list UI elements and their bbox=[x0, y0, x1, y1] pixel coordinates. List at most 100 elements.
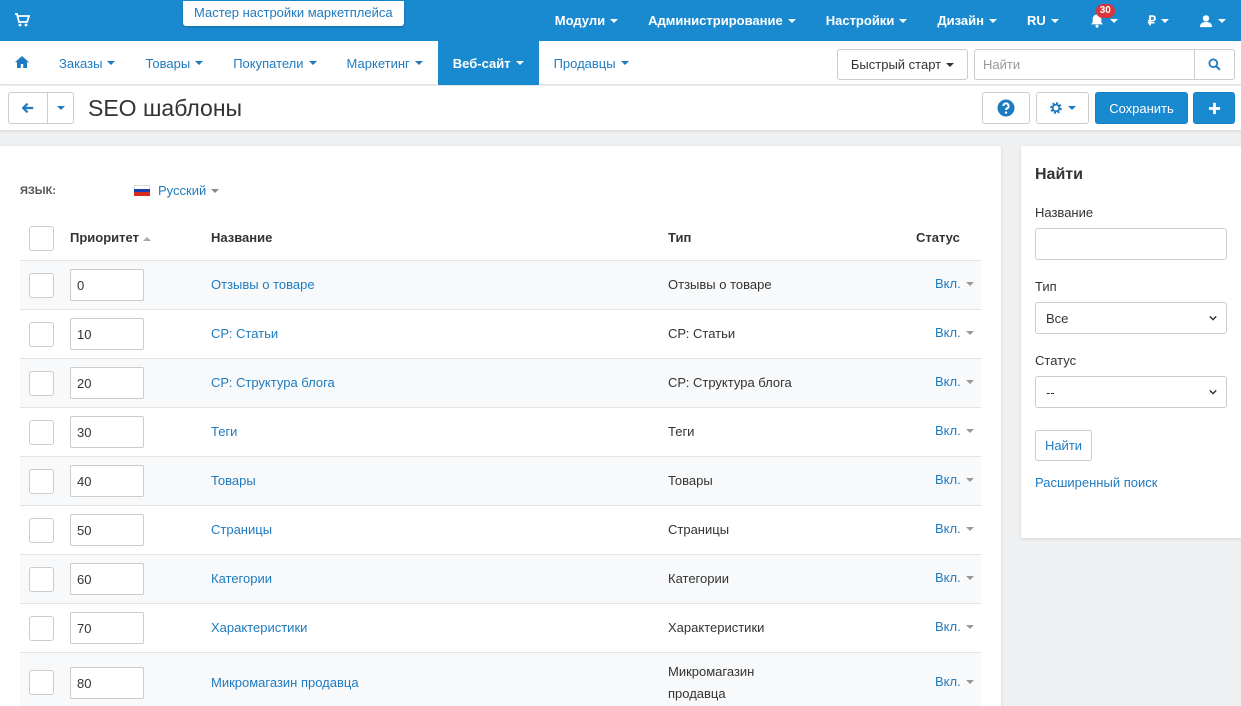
page-title: SEO шаблоны bbox=[88, 95, 243, 121]
status-filter-select[interactable]: -- bbox=[1035, 376, 1227, 408]
row-checkbox[interactable] bbox=[29, 469, 54, 494]
status-dropdown[interactable]: Вкл. bbox=[935, 423, 974, 438]
quick-start-button[interactable]: Быстрый старт bbox=[837, 49, 968, 80]
global-search-input[interactable] bbox=[974, 49, 1195, 80]
user-icon bbox=[1199, 14, 1213, 27]
notifications-menu[interactable]: 30 bbox=[1074, 0, 1133, 41]
status-dropdown[interactable]: Вкл. bbox=[935, 674, 974, 689]
top-menu-modules[interactable]: Модули bbox=[540, 0, 633, 41]
caret-down-icon bbox=[965, 624, 974, 629]
caret-down-icon bbox=[965, 477, 974, 482]
row-checkbox[interactable] bbox=[29, 420, 54, 445]
nav-products[interactable]: Товары bbox=[130, 41, 218, 85]
global-search-button[interactable] bbox=[1194, 49, 1235, 80]
status-dropdown[interactable]: Вкл. bbox=[935, 325, 974, 340]
table-row: Категории Категории Вкл. bbox=[20, 554, 981, 603]
priority-input[interactable] bbox=[70, 612, 144, 644]
template-name-link[interactable]: Страницы bbox=[211, 522, 272, 537]
status-dropdown[interactable]: Вкл. bbox=[935, 374, 974, 389]
priority-column-header[interactable]: Приоритет bbox=[70, 224, 151, 260]
table-row: СР: Статьи СР: Статьи Вкл. bbox=[20, 309, 981, 358]
template-type: Теги bbox=[668, 424, 695, 439]
row-checkbox[interactable] bbox=[29, 371, 54, 396]
advanced-search-link[interactable]: Расширенный поиск bbox=[1035, 475, 1157, 490]
top-menu-administration[interactable]: Администрирование bbox=[633, 0, 811, 41]
status-dropdown[interactable]: Вкл. bbox=[935, 619, 974, 634]
add-button[interactable] bbox=[1193, 92, 1235, 124]
caret-down-icon bbox=[965, 526, 974, 531]
help-button[interactable] bbox=[982, 92, 1030, 124]
priority-input[interactable] bbox=[70, 465, 144, 497]
top-menu-design[interactable]: Дизайн bbox=[922, 0, 1012, 41]
caret-down-icon bbox=[965, 330, 974, 335]
language-selector[interactable]: Русский bbox=[134, 183, 220, 198]
caret-down-icon bbox=[965, 281, 974, 286]
template-name-link[interactable]: Характеристики bbox=[211, 620, 307, 635]
table-row: Теги Теги Вкл. bbox=[20, 407, 981, 456]
template-name-link[interactable]: СР: Статьи bbox=[211, 326, 278, 341]
table-row: Отзывы о товаре Отзывы о товаре Вкл. bbox=[20, 260, 981, 309]
template-type: Микромагазин продавца bbox=[668, 664, 755, 701]
caret-down-icon bbox=[965, 428, 974, 433]
caret-down-icon bbox=[211, 188, 220, 193]
template-name-link[interactable]: СР: Структура блога bbox=[211, 375, 335, 390]
priority-input[interactable] bbox=[70, 269, 144, 301]
template-type: Характеристики bbox=[668, 620, 765, 635]
marketplace-wizard-tip[interactable]: Мастер настройки маркетплейса bbox=[183, 1, 404, 26]
table-row: Страницы Страницы Вкл. bbox=[20, 505, 981, 554]
russia-flag-icon bbox=[134, 185, 150, 196]
type-column-header: Тип bbox=[668, 230, 692, 245]
priority-input[interactable] bbox=[70, 563, 144, 595]
select-all-checkbox[interactable] bbox=[29, 226, 54, 251]
template-type: Товары bbox=[668, 473, 713, 488]
status-dropdown[interactable]: Вкл. bbox=[935, 521, 974, 536]
caret-down-icon bbox=[1068, 106, 1076, 110]
caret-down-icon bbox=[414, 61, 423, 65]
row-checkbox[interactable] bbox=[29, 670, 54, 695]
user-menu[interactable] bbox=[1184, 0, 1241, 41]
seo-templates-panel: ЯЗЫК: Русский Приоритет Название Тип Ста… bbox=[0, 146, 1001, 706]
row-checkbox[interactable] bbox=[29, 567, 54, 592]
home-icon[interactable] bbox=[14, 55, 30, 69]
caret-down-icon bbox=[308, 61, 317, 65]
nav-customers[interactable]: Покупатели bbox=[218, 41, 331, 85]
template-name-link[interactable]: Товары bbox=[211, 473, 256, 488]
caret-down-icon bbox=[965, 679, 974, 684]
template-name-link[interactable]: Отзывы о товаре bbox=[211, 277, 315, 292]
top-menu-settings[interactable]: Настройки bbox=[811, 0, 923, 41]
save-button[interactable]: Сохранить bbox=[1095, 92, 1188, 124]
status-dropdown[interactable]: Вкл. bbox=[935, 570, 974, 585]
row-checkbox[interactable] bbox=[29, 273, 54, 298]
priority-input[interactable] bbox=[70, 514, 144, 546]
nav-marketing[interactable]: Маркетинг bbox=[332, 41, 438, 85]
name-filter-input[interactable] bbox=[1035, 228, 1227, 260]
caret-down-icon bbox=[1109, 18, 1118, 23]
status-dropdown[interactable]: Вкл. bbox=[935, 472, 974, 487]
priority-input[interactable] bbox=[70, 667, 144, 699]
row-checkbox[interactable] bbox=[29, 616, 54, 641]
priority-input[interactable] bbox=[70, 416, 144, 448]
template-name-link[interactable]: Категории bbox=[211, 571, 272, 586]
table-header: Приоритет Название Тип Статус bbox=[20, 224, 981, 260]
history-dropdown-button[interactable] bbox=[47, 92, 74, 124]
settings-dropdown-button[interactable] bbox=[1036, 92, 1089, 124]
nav-orders[interactable]: Заказы bbox=[44, 41, 130, 85]
nav-vendors[interactable]: Продавцы bbox=[539, 41, 644, 85]
question-circle-icon bbox=[997, 99, 1015, 117]
currency-menu[interactable]: ₽ bbox=[1133, 0, 1184, 41]
sort-asc-icon bbox=[142, 236, 151, 241]
priority-input[interactable] bbox=[70, 318, 144, 350]
row-checkbox[interactable] bbox=[29, 322, 54, 347]
status-dropdown[interactable]: Вкл. bbox=[935, 276, 974, 291]
template-name-link[interactable]: Микромагазин продавца bbox=[211, 675, 359, 690]
back-button[interactable] bbox=[8, 92, 48, 124]
template-name-link[interactable]: Теги bbox=[211, 424, 237, 439]
find-button[interactable]: Найти bbox=[1035, 430, 1092, 461]
type-filter-select[interactable]: Все bbox=[1035, 302, 1227, 334]
template-type: СР: Структура блога bbox=[668, 375, 792, 390]
cart-icon[interactable] bbox=[14, 12, 30, 28]
language-menu[interactable]: RU bbox=[1012, 0, 1074, 41]
nav-website[interactable]: Веб-сайт bbox=[437, 41, 539, 85]
priority-input[interactable] bbox=[70, 367, 144, 399]
row-checkbox[interactable] bbox=[29, 518, 54, 543]
